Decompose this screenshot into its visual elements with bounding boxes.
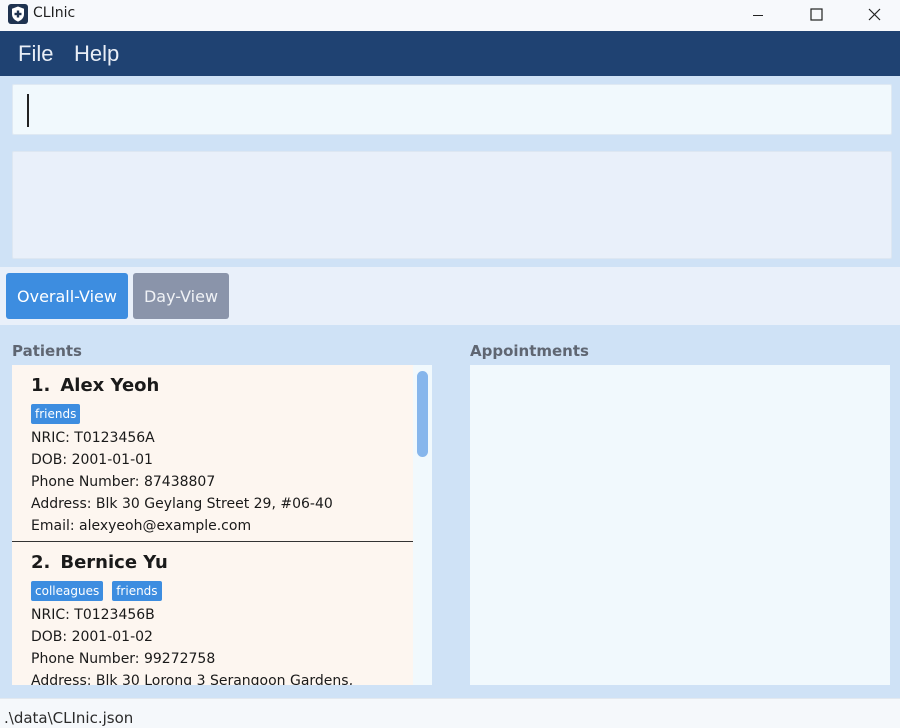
- menu-file[interactable]: File: [18, 41, 53, 67]
- shield-plus-icon: [8, 4, 28, 24]
- appointment-list-panel[interactable]: [470, 365, 890, 685]
- patient-tags: friends: [31, 404, 413, 427]
- overall-view-button[interactable]: Overall-View: [6, 273, 128, 319]
- patient-title: 1. Alex Yeoh: [31, 375, 413, 403]
- data-file-path: .\data\CLInic.json: [4, 709, 134, 727]
- status-bar: .\data\CLInic.json: [0, 698, 900, 728]
- patient-tags: colleagues friends: [31, 581, 413, 604]
- minimize-button[interactable]: [729, 0, 787, 31]
- maximize-button[interactable]: [787, 0, 845, 31]
- patient-phone: Phone Number: 99272758: [31, 651, 216, 667]
- result-display-area: [0, 143, 900, 267]
- maximize-icon: [809, 6, 823, 25]
- text-caret: [27, 94, 29, 127]
- tag-badge: colleagues: [31, 581, 104, 601]
- view-toggle-bar: Overall-View Day-View: [0, 267, 900, 325]
- patient-dob: DOB: 2001-01-02: [31, 629, 153, 645]
- patient-name: Bernice Yu: [60, 552, 168, 573]
- patient-title: 2. Bernice Yu: [31, 552, 413, 580]
- menu-help[interactable]: Help: [74, 41, 119, 67]
- patient-email: Email: alexyeoh@example.com: [31, 518, 252, 534]
- patient-card[interactable]: 1. Alex Yeoh friends NRIC: T0123456A DOB…: [12, 365, 413, 542]
- patient-address: Address: Blk 30 Lorong 3 Serangoon Garde…: [31, 673, 354, 685]
- patient-list: 1. Alex Yeoh friends NRIC: T0123456A DOB…: [12, 365, 413, 685]
- patient-card[interactable]: 2. Bernice Yu colleagues friends NRIC: T…: [12, 542, 413, 685]
- day-view-button[interactable]: Day-View: [133, 273, 229, 319]
- title-bar: CLInic: [0, 0, 900, 31]
- patient-phone: Phone Number: 87438807: [31, 474, 216, 490]
- patient-list-scrollbar[interactable]: [417, 371, 428, 457]
- result-display: [12, 151, 892, 259]
- patient-nric: NRIC: T0123456A: [31, 430, 155, 446]
- close-icon: [868, 6, 881, 25]
- tag-badge: friends: [31, 404, 81, 424]
- appointments-label: Appointments: [470, 342, 589, 360]
- window-title: CLInic: [33, 5, 76, 21]
- command-box-area: [0, 76, 900, 143]
- patient-dob: DOB: 2001-01-01: [31, 452, 153, 468]
- menu-bar: File Help: [0, 31, 900, 76]
- patients-label: Patients: [12, 342, 82, 360]
- command-input[interactable]: [12, 84, 892, 135]
- patient-list-panel[interactable]: 1. Alex Yeoh friends NRIC: T0123456A DOB…: [12, 365, 432, 685]
- minimize-icon: [752, 6, 764, 25]
- patient-nric: NRIC: T0123456B: [31, 607, 155, 623]
- patient-name: Alex Yeoh: [60, 375, 160, 396]
- patient-index: 2.: [31, 552, 51, 573]
- patient-index: 1.: [31, 375, 51, 396]
- tag-badge: friends: [112, 581, 162, 601]
- close-button[interactable]: [845, 0, 900, 31]
- patient-address: Address: Blk 30 Geylang Street 29, #06-4…: [31, 496, 333, 512]
